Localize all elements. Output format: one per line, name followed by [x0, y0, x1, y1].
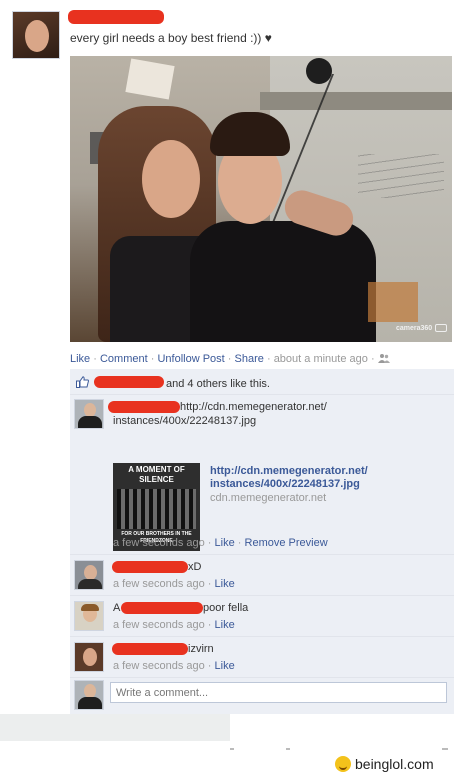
comment-url-line-2[interactable]: instances/400x/22248137.jpg: [113, 415, 256, 428]
comment-timestamp[interactable]: a few seconds ago: [113, 660, 205, 672]
photo-poster: [125, 58, 175, 100]
photo-boy-body: [190, 221, 376, 342]
comment-timestamp[interactable]: a few seconds ago: [113, 619, 205, 631]
comment-timestamp[interactable]: a few seconds ago: [113, 537, 205, 549]
site-watermark: beinglol.com: [335, 756, 434, 772]
link-preview-title-line-1: http://cdn.memegenerator.net/: [210, 465, 368, 477]
redacted-commenter-name: [108, 401, 180, 413]
post-actions: Like · Comment · Unfollow Post · Share ·…: [70, 353, 390, 365]
friends-audience-icon[interactable]: [377, 353, 390, 363]
comment-meta: a few seconds ago · Like: [113, 619, 235, 631]
comments-panel: and 4 others like this. http://cdn.memeg…: [70, 369, 454, 714]
photo-watermark: camera360: [396, 324, 448, 332]
photo-wall-writing: [358, 154, 444, 198]
commenter-avatar[interactable]: [74, 399, 104, 429]
redacted-commenter-name: [121, 602, 203, 614]
comment-like-link[interactable]: Like: [215, 660, 235, 672]
comment-like-link[interactable]: Like: [215, 578, 235, 590]
meme-crowd: [117, 489, 196, 529]
link-comment: http://cdn.memegenerator.net/ instances/…: [70, 395, 454, 555]
poster-avatar[interactable]: [12, 11, 60, 59]
comment-url-text: http://cdn.memegenerator.net/: [180, 401, 327, 413]
comment-url-line-1[interactable]: http://cdn.memegenerator.net/: [180, 401, 327, 414]
avatar-hair: [81, 604, 99, 611]
separator: ·: [207, 660, 212, 672]
comment-meta: a few seconds ago · Like: [113, 660, 235, 672]
photo-girl-face: [142, 140, 200, 218]
status-text: every girl needs a boy best friend :)) ♥: [70, 31, 272, 45]
link-preview-title-line-2: instances/400x/22248137.jpg: [210, 478, 360, 490]
comment-row: A poor fella a few seconds ago · Like: [70, 596, 454, 637]
likes-summary[interactable]: and 4 others like this.: [166, 378, 270, 390]
comment-timestamp[interactable]: a few seconds ago: [113, 578, 205, 590]
remove-preview-link[interactable]: Remove Preview: [245, 537, 328, 549]
divider: [286, 748, 290, 750]
likes-summary-text: and 4 others like this.: [166, 378, 270, 390]
thumbs-up-icon: [76, 376, 89, 388]
separator: ·: [227, 353, 232, 365]
avatar-body: [78, 697, 102, 709]
separator: ·: [266, 353, 271, 365]
comment-text: poor fella: [203, 602, 249, 614]
avatar-face: [84, 684, 96, 698]
comment-text: xD: [188, 561, 202, 573]
like-link[interactable]: Like: [70, 353, 90, 365]
comment-row: izvirn a few seconds ago · Like: [70, 637, 454, 678]
separator: ·: [370, 353, 375, 365]
redacted-poster-name: [68, 10, 164, 24]
camera-icon: [435, 324, 448, 332]
photo-lamp: [368, 282, 418, 322]
avatar-face: [83, 648, 97, 666]
commenter-avatar[interactable]: [74, 642, 104, 672]
comment-like-link[interactable]: Like: [215, 619, 235, 631]
comment-text: izvirn: [188, 643, 214, 655]
comment-meta: a few seconds ago · Like · Remove Previe…: [113, 537, 328, 549]
photo-tag-text: camera360: [396, 324, 433, 332]
divider: [230, 748, 234, 750]
commenter-avatar[interactable]: [74, 601, 104, 631]
redacted-commenter-name: [112, 561, 188, 573]
redacted-commenter-name: [112, 643, 188, 655]
current-user-avatar: [74, 680, 104, 710]
unfollow-post-link[interactable]: Unfollow Post: [157, 353, 224, 365]
link-preview-title[interactable]: http://cdn.memegenerator.net/ instances/…: [210, 465, 368, 491]
avatar-face: [84, 565, 97, 580]
separator: ·: [237, 537, 242, 549]
comment-input[interactable]: Write a comment...: [110, 682, 447, 703]
avatar-face: [84, 403, 96, 417]
divider: [442, 748, 448, 750]
watermark-text: beinglol.com: [355, 756, 434, 772]
post-photo[interactable]: camera360: [70, 56, 452, 342]
separator: ·: [207, 537, 212, 549]
separator: ·: [150, 353, 155, 365]
comment-row: xD a few seconds ago · Like: [70, 555, 454, 596]
share-link[interactable]: Share: [235, 353, 264, 365]
separator: ·: [207, 619, 212, 631]
comment-meta: a few seconds ago · Like: [113, 578, 235, 590]
comment-lead: A: [113, 602, 121, 614]
likes-row: and 4 others like this.: [70, 369, 454, 395]
separator: ·: [93, 353, 97, 365]
commenter-avatar[interactable]: [74, 560, 104, 590]
link-preview-domain: cdn.memegenerator.net: [210, 492, 327, 504]
redacted-liker-name: [94, 376, 164, 388]
avatar-body: [78, 579, 102, 589]
post-timestamp[interactable]: about a minute ago: [274, 353, 368, 365]
meme-top-text: A MOMENT OF SILENCE: [128, 465, 185, 484]
footer-strip: [0, 714, 230, 741]
avatar-face: [25, 20, 49, 52]
comment-like-link[interactable]: Like: [215, 537, 235, 549]
comment-url-text-2: instances/400x/22248137.jpg: [113, 415, 257, 427]
avatar-body: [78, 416, 102, 428]
photo-speaker: [306, 58, 332, 84]
separator: ·: [207, 578, 212, 590]
smiley-logo-icon: [335, 756, 351, 772]
comment-link[interactable]: Comment: [100, 353, 148, 365]
